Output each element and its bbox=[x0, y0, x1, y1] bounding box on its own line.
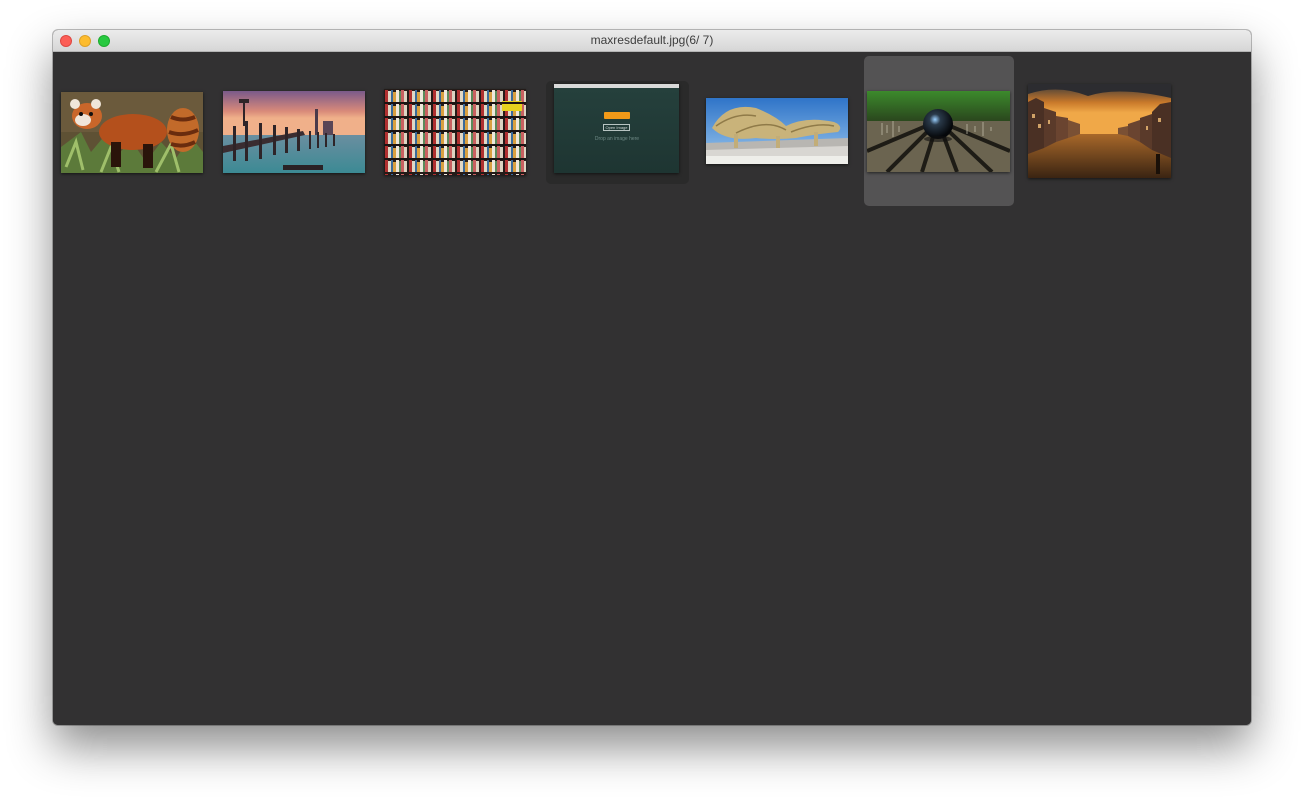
drop-hint-text: Drop an image here bbox=[594, 136, 640, 142]
canopy-architecture-image bbox=[706, 98, 848, 164]
glass-sphere-image bbox=[867, 91, 1010, 172]
thumbnail-image bbox=[1028, 84, 1171, 178]
window-title: maxresdefault.jpg(6/ 7) bbox=[590, 33, 714, 47]
thumbnail-image bbox=[706, 98, 848, 164]
thumbnail-grid: Open Image Drop an image here bbox=[53, 52, 1251, 725]
thumbnail-image bbox=[867, 91, 1010, 172]
thumbnail-image bbox=[384, 89, 526, 175]
thumbnail-app-screenshot[interactable]: Open Image Drop an image here bbox=[546, 81, 689, 184]
thumbnail-image bbox=[61, 92, 203, 173]
thumbnail-canal-city[interactable] bbox=[1026, 84, 1172, 180]
thumbnail-canopy-architecture[interactable] bbox=[704, 97, 849, 167]
thumbnail-image bbox=[223, 91, 365, 173]
thumbnail-image: Open Image Drop an image here bbox=[554, 84, 679, 173]
venice-pier-image bbox=[223, 91, 365, 173]
thumbnail-glass-sphere[interactable] bbox=[864, 56, 1014, 206]
thumbnail-bookshelf[interactable] bbox=[383, 88, 528, 178]
open-image-button bbox=[604, 112, 630, 119]
canal-city-image bbox=[1028, 84, 1171, 178]
red-panda-image bbox=[61, 92, 203, 173]
app-window: maxresdefault.jpg(6/ 7) Open Image Drop … bbox=[53, 30, 1251, 725]
bookshelf-image bbox=[384, 89, 526, 175]
title-bar[interactable]: maxresdefault.jpg(6/ 7) bbox=[53, 30, 1251, 52]
thumbnail-red-panda[interactable] bbox=[59, 91, 204, 176]
thumbnail-venice-pier[interactable] bbox=[221, 91, 366, 176]
open-image-secondary: Open Image bbox=[603, 124, 630, 131]
